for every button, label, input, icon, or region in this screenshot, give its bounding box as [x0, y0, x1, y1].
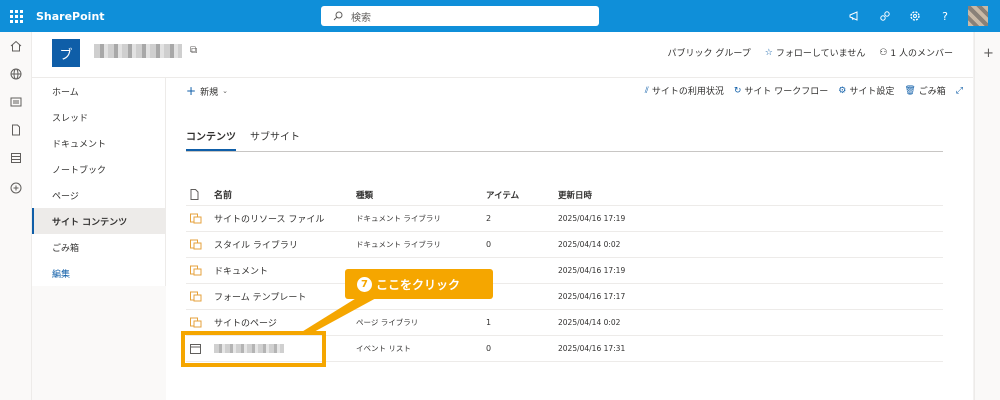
item-type: イベント リスト — [356, 344, 411, 353]
file-type-icon — [190, 184, 204, 205]
library-icon — [190, 206, 204, 231]
item-count: 0 — [486, 344, 492, 353]
highlight-box — [181, 331, 326, 367]
tab-divider — [186, 151, 943, 152]
header-type[interactable]: 種類 — [356, 184, 486, 205]
item-count: 0 — [486, 240, 492, 249]
teams-icon[interactable]: ⧉ — [190, 45, 197, 56]
new-label: 新規 — [200, 87, 219, 98]
gear-icon[interactable] — [908, 9, 922, 23]
table-row[interactable]: スタイル ライブラリ ドキュメント ライブラリ 0 2025/04/14 0:0… — [186, 232, 943, 258]
globe-icon[interactable] — [10, 68, 22, 80]
tab-subsites[interactable]: サブサイト — [250, 128, 300, 151]
chart-icon: ⫽ — [644, 85, 649, 96]
nav-item-notebook[interactable]: ノートブック — [32, 156, 166, 182]
header-modified[interactable]: 更新日時 — [558, 184, 688, 205]
callout-text: ここをクリック — [376, 277, 461, 292]
nav-edit-link[interactable]: 編集 — [32, 260, 166, 286]
site-workflows-button[interactable]: ↻ サイト ワークフロー — [733, 84, 829, 98]
document-icon[interactable] — [10, 124, 22, 136]
item-name[interactable]: ドキュメント — [214, 258, 354, 283]
right-rail: + — [974, 32, 1000, 400]
help-icon[interactable]: ? — [938, 9, 952, 23]
add-icon[interactable]: + — [983, 46, 994, 61]
nav-item-home[interactable]: ホーム — [32, 78, 166, 104]
library-icon — [190, 258, 204, 283]
library-icon — [190, 232, 204, 257]
recycle-bin-button[interactable]: 🗑 ごみ箱 — [904, 84, 946, 98]
app-brand[interactable]: SharePoint — [36, 10, 105, 23]
chevron-down-icon: ⌄ — [222, 87, 228, 95]
item-name[interactable]: サイトのリソース ファイル — [214, 206, 354, 231]
home-icon[interactable] — [10, 40, 22, 52]
site-usage-label: サイトの利用状況 — [651, 87, 724, 97]
table-row[interactable]: サイトのリソース ファイル ドキュメント ライブラリ 2 2025/04/16 … — [186, 206, 943, 232]
header-items[interactable]: アイテム — [486, 184, 556, 205]
site-logo[interactable]: ブ — [52, 39, 80, 67]
item-modified: 2025/04/16 17:31 — [558, 344, 626, 353]
table-row[interactable]: フォーム テンプレート 2025/04/16 17:17 — [186, 284, 943, 310]
group-type: パブリック グループ — [667, 49, 751, 59]
item-count: 1 — [486, 318, 492, 327]
list-icon[interactable] — [10, 152, 22, 164]
item-type: ドキュメント ライブラリ — [356, 240, 441, 249]
item-count: 2 — [486, 214, 492, 223]
nav-item-pages[interactable]: ページ — [32, 182, 166, 208]
gear-icon: ⚙ — [838, 85, 847, 96]
nav-item-documents[interactable]: ドキュメント — [32, 130, 166, 156]
tab-contents[interactable]: コンテンツ — [186, 128, 236, 151]
app-rail — [0, 32, 32, 400]
members-button[interactable]: ⚇ 1 人のメンバー — [879, 46, 953, 60]
person-icon: ⚇ — [879, 47, 888, 58]
search-placeholder: 検索 — [351, 12, 371, 24]
nav-item-recycle-bin[interactable]: ごみ箱 — [32, 234, 166, 260]
site-settings-label: サイト設定 — [849, 87, 895, 97]
plus-icon: + — [186, 84, 197, 98]
item-count — [486, 258, 556, 283]
share-network-icon[interactable] — [878, 9, 892, 23]
site-header: ブ ⧉ パブリック グループ ☆ フォローしていません ⚇ 1 人のメンバー — [32, 32, 973, 78]
item-modified: 2025/04/16 17:19 — [558, 266, 626, 275]
app-launcher-icon[interactable] — [0, 0, 32, 32]
recycle-bin-label: ごみ箱 — [918, 87, 946, 97]
site-usage-button[interactable]: ⫽ サイトの利用状況 — [644, 84, 724, 98]
item-name[interactable]: スタイル ライブラリ — [214, 232, 354, 257]
workflow-icon: ↻ — [733, 85, 742, 96]
step-number: 7 — [357, 276, 372, 292]
avatar[interactable] — [968, 6, 988, 26]
megaphone-icon[interactable] — [848, 9, 862, 23]
nav-item-threads[interactable]: スレッド — [32, 104, 166, 130]
site-workflows-label: サイト ワークフロー — [744, 87, 829, 97]
item-modified: 2025/04/16 17:17 — [558, 292, 626, 301]
follow-button[interactable]: ☆ フォローしていません — [764, 46, 866, 60]
header-name[interactable]: 名前 — [214, 184, 354, 205]
item-modified: 2025/04/14 0:02 — [558, 318, 621, 327]
item-modified: 2025/04/14 0:02 — [558, 240, 621, 249]
item-type: ページ ライブラリ — [356, 318, 419, 327]
table-row[interactable]: ドキュメント 2025/04/16 17:19 — [186, 258, 943, 284]
site-settings-button[interactable]: ⚙ サイト設定 — [838, 84, 895, 98]
site-name[interactable] — [94, 44, 182, 58]
expand-icon[interactable]: ⤢ — [956, 86, 963, 96]
library-icon — [190, 284, 204, 309]
callout-label: 7 ここをクリック — [345, 269, 493, 299]
left-nav: ホーム スレッド ドキュメント ノートブック ページ サイト コンテンツ ごみ箱… — [32, 78, 166, 286]
star-icon: ☆ — [764, 47, 773, 58]
suite-bar: SharePoint 検索 ? — [0, 0, 1000, 32]
new-button[interactable]: + 新規 ⌄ — [186, 84, 228, 98]
nav-item-site-contents[interactable]: サイト コンテンツ — [32, 208, 166, 234]
item-type: ドキュメント ライブラリ — [356, 214, 441, 223]
members-label: 1 人のメンバー — [890, 49, 953, 59]
add-circle-icon[interactable] — [10, 182, 22, 194]
item-name[interactable]: フォーム テンプレート — [214, 284, 354, 309]
item-count — [486, 284, 556, 309]
news-icon[interactable] — [10, 96, 22, 108]
trash-icon: 🗑 — [904, 85, 916, 96]
search-input[interactable]: 検索 — [321, 6, 599, 26]
item-modified: 2025/04/16 17:19 — [558, 214, 626, 223]
follow-label: フォローしていません — [775, 49, 866, 59]
search-icon — [333, 11, 343, 21]
table-header: 名前 種類 アイテム 更新日時 — [186, 184, 943, 206]
